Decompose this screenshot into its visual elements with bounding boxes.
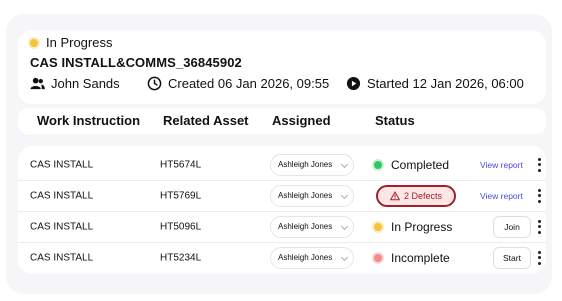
column-header-status: Status xyxy=(375,113,415,128)
asset-cell: HT5769L xyxy=(160,190,202,201)
column-header-related-asset: Related Asset xyxy=(163,113,249,128)
table-row: CAS INSTALL HT5769L Ashleigh Jones 2 Def… xyxy=(18,180,546,211)
job-title: CAS INSTALL&COMMS_36845902 xyxy=(30,55,242,70)
chevron-down-icon xyxy=(340,253,349,261)
work-instruction-cell: CAS INSTALL xyxy=(30,159,94,170)
assignee-dropdown[interactable]: Ashleigh Jones xyxy=(270,153,354,176)
assignee-dropdown[interactable]: Ashleigh Jones xyxy=(270,184,354,207)
status-label: In Progress xyxy=(391,219,453,234)
work-instruction-cell: CAS INSTALL xyxy=(30,190,94,201)
work-instruction-cell: CAS INSTALL xyxy=(30,252,94,263)
table-row: CAS INSTALL HT5234L Ashleigh Jones Incom… xyxy=(18,242,546,273)
assignee-dropdown[interactable]: Ashleigh Jones xyxy=(270,246,354,269)
chevron-down-icon xyxy=(340,222,349,230)
clock-icon xyxy=(147,76,162,91)
defects-label: 2 Defects xyxy=(403,190,443,201)
status-cell: Completed xyxy=(374,158,449,172)
completed-dot-icon xyxy=(374,160,382,169)
table-row: CAS INSTALL HT5674L Ashleigh Jones Compl… xyxy=(18,149,546,180)
asset-cell: HT5674L xyxy=(160,159,202,170)
in-progress-dot-icon xyxy=(30,38,38,47)
join-button[interactable]: Join xyxy=(493,215,531,238)
job-status: In Progress xyxy=(30,35,112,50)
column-header-assigned: Assigned xyxy=(272,113,331,128)
status-cell: In Progress xyxy=(374,220,452,234)
job-created: Created 06 Jan 2026, 09:55 xyxy=(147,76,329,91)
start-button[interactable]: Start xyxy=(493,246,531,269)
kebab-menu-icon[interactable] xyxy=(536,250,542,265)
job-assignee: John Sands xyxy=(30,76,120,91)
assignee-dropdown[interactable]: Ashleigh Jones xyxy=(270,215,354,238)
work-instruction-cell: CAS INSTALL xyxy=(30,221,94,232)
chevron-down-icon xyxy=(340,191,349,199)
play-circle-icon xyxy=(346,76,361,91)
warning-triangle-icon xyxy=(390,190,400,200)
defects-badge[interactable]: 2 Defects xyxy=(376,184,456,207)
status-label: Completed xyxy=(391,157,450,172)
kebab-menu-icon[interactable] xyxy=(536,157,542,172)
incomplete-dot-icon xyxy=(374,253,382,262)
assignee-value: Ashleigh Jones xyxy=(278,222,333,231)
status-cell: Incomplete xyxy=(374,251,450,265)
assignee-value: Ashleigh Jones xyxy=(278,160,333,169)
in-progress-dot-icon xyxy=(374,222,382,231)
kebab-menu-icon[interactable] xyxy=(536,188,542,203)
table-row: CAS INSTALL HT5096L Ashleigh Jones In Pr… xyxy=(18,211,546,242)
created-date: Created 06 Jan 2026, 09:55 xyxy=(168,76,330,91)
asset-cell: HT5096L xyxy=(160,221,202,232)
view-report-link[interactable]: View report xyxy=(480,160,523,170)
status-label: Incomplete xyxy=(391,250,450,265)
column-header-work-instruction: Work Instruction xyxy=(37,113,141,128)
job-started: Started 12 Jan 2026, 06:00 xyxy=(346,76,524,91)
assignee-value: Ashleigh Jones xyxy=(278,191,333,200)
started-date: Started 12 Jan 2026, 06:00 xyxy=(367,76,524,91)
assignee-name: John Sands xyxy=(51,76,120,91)
chevron-down-icon xyxy=(340,160,349,168)
job-status-label: In Progress xyxy=(46,35,113,50)
view-report-link[interactable]: View report xyxy=(480,191,523,201)
users-icon xyxy=(30,77,45,90)
kebab-menu-icon[interactable] xyxy=(536,219,542,234)
asset-cell: HT5234L xyxy=(160,252,202,263)
assignee-value: Ashleigh Jones xyxy=(278,253,333,262)
